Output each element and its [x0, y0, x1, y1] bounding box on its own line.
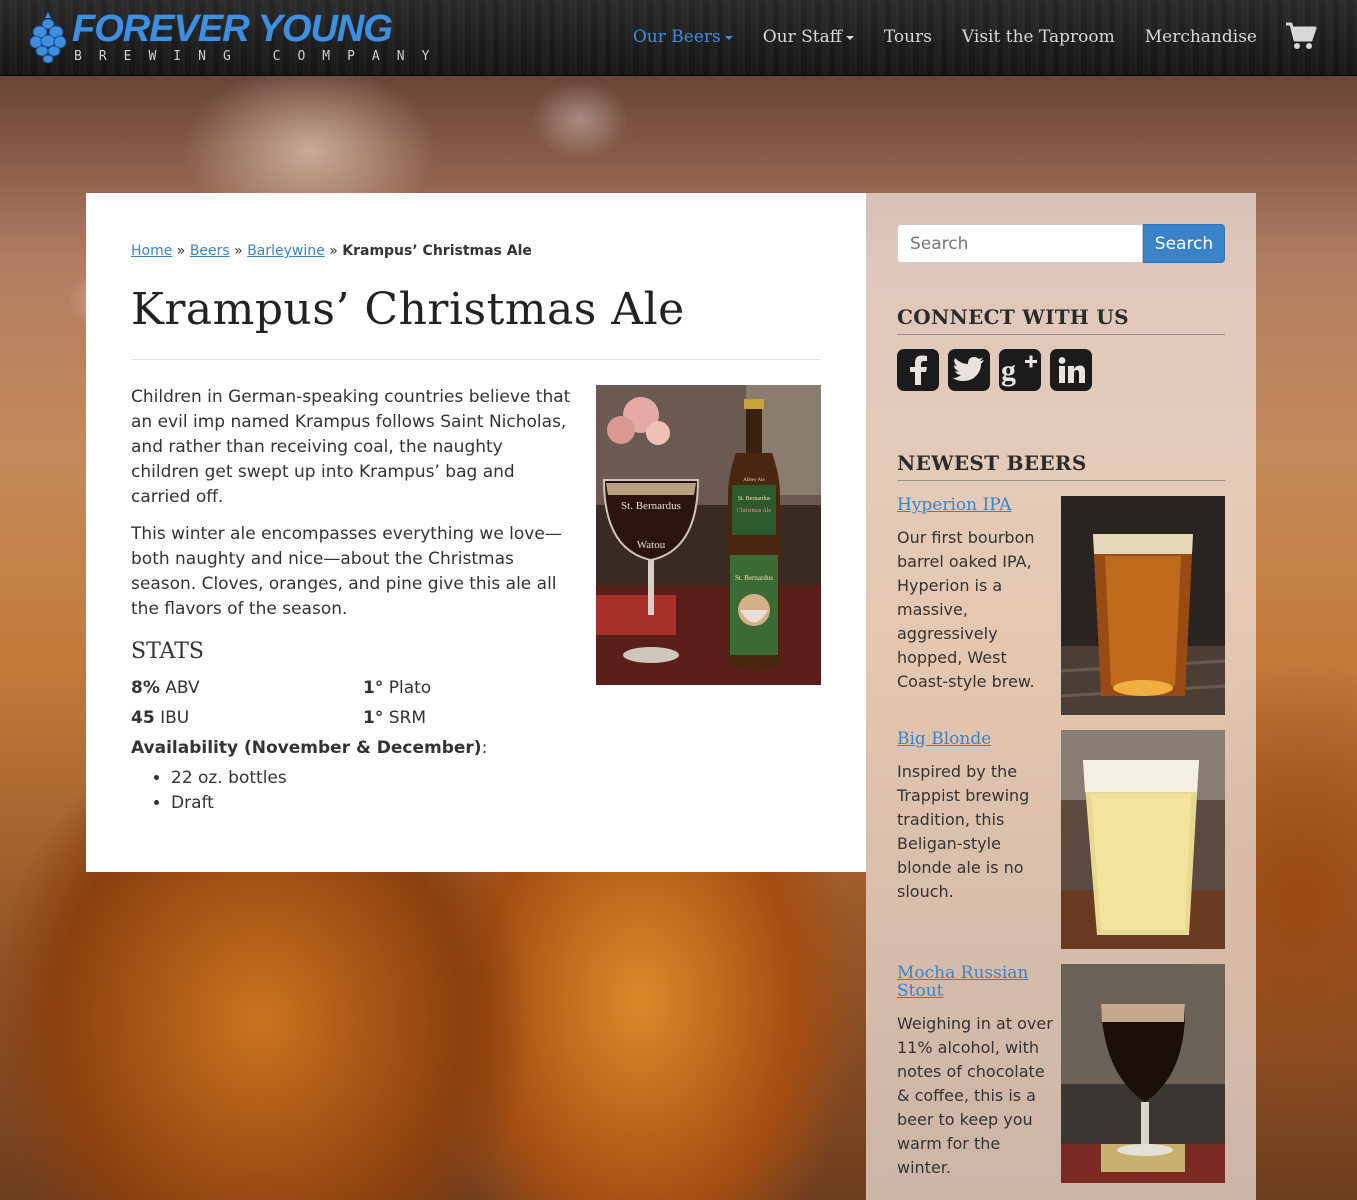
bottle-top-text: Abbey Ale	[743, 478, 765, 483]
beer-details: St. Bernardus Watou Abbey Ale St. Bernar…	[131, 385, 821, 816]
availability: Availability (November & December): 22 o…	[131, 736, 821, 816]
google-plus-icon[interactable]: g	[999, 349, 1041, 391]
newest-beer-item: Mocha Russian Stout Weighing in at over …	[897, 964, 1225, 1183]
bottle-label-text-2: St. Bernardus	[735, 574, 773, 582]
stat-value: 8%	[131, 678, 160, 698]
breadcrumb-barleywine[interactable]: Barleywine	[247, 243, 325, 259]
breadcrumb-separator: »	[329, 243, 338, 259]
brand-text: FOREVER YOUNG BREWING COMPANY	[72, 10, 446, 65]
page: { "brand": { "name": "FOREVER YOUNG", "s…	[0, 0, 1357, 1200]
newest-beer-item: Big Blonde Inspired by the Trappist brew…	[897, 730, 1225, 949]
search-input[interactable]	[897, 224, 1143, 263]
search-form: Search	[897, 224, 1225, 263]
stat-unit: SRM	[383, 708, 427, 728]
nav-our-staff[interactable]: Our Staff	[748, 24, 869, 50]
beer-link-mocha-russian-stout[interactable]: Mocha Russian Stout	[897, 964, 1057, 1000]
glass-brand-text: St. Bernardus	[621, 500, 681, 512]
navbar: FOREVER YOUNG BREWING COMPANY Our Beers …	[0, 0, 1357, 76]
glass-city-text: Watou	[637, 539, 666, 551]
breadcrumb: Home » Beers » Barleywine » Krampus’ Chr…	[131, 241, 821, 261]
stat-unit: ABV	[159, 678, 200, 698]
nav-visit-taproom[interactable]: Visit the Taproom	[947, 24, 1130, 50]
shopping-cart-icon[interactable]	[1285, 21, 1317, 51]
beer-description: Children in German-speaking countries be…	[131, 385, 571, 622]
caret-down-icon	[845, 35, 854, 40]
beer-item-text: Hyperion IPA Our first bourbon barrel oa…	[897, 496, 1057, 694]
caret-down-icon	[724, 35, 733, 40]
brand-name: FOREVER YOUNG	[72, 8, 393, 50]
newest-beer-item: Hyperion IPA Our first bourbon barrel oa…	[897, 496, 1225, 715]
breadcrumb-home[interactable]: Home	[131, 243, 172, 259]
beer-link-big-blonde[interactable]: Big Blonde	[897, 730, 1057, 748]
availability-item: Draft	[171, 791, 821, 816]
hop-icon	[29, 12, 67, 64]
breadcrumb-separator: »	[176, 243, 186, 259]
breadcrumb-current: Krampus’ Christmas Ale	[342, 243, 532, 259]
brand-logo[interactable]: FOREVER YOUNG BREWING COMPANY	[28, 10, 446, 66]
description-paragraph: This winter ale encompasses everything w…	[131, 524, 562, 619]
beer-thumbnail[interactable]	[1061, 730, 1225, 949]
newest-beers-heading: NEWEST BEERS	[897, 450, 1225, 481]
bottle-label-text: St. Bernardus	[738, 496, 771, 502]
stat-value: 1°	[363, 708, 384, 728]
stat-unit: Plato	[383, 678, 432, 698]
breadcrumb-separator: »	[234, 243, 243, 259]
beer-thumbnail[interactable]	[1061, 964, 1225, 1183]
beer-item-text: Big Blonde Inspired by the Trappist brew…	[897, 730, 1057, 904]
nav-label: Our Staff	[762, 27, 842, 47]
stat-value: 1°	[363, 678, 384, 698]
breadcrumb-beers[interactable]: Beers	[190, 243, 230, 259]
stat-plato: 1° Plato	[363, 676, 583, 701]
svg-text:g: g	[1001, 354, 1016, 387]
brand-subtitle: BREWING COMPANY	[74, 49, 447, 64]
availability-list: 22 oz. bottles Draft	[171, 766, 821, 816]
sidebar: Search CONNECT WITH US g NEWEST BEERS Hy…	[866, 193, 1256, 1200]
nav-our-beers[interactable]: Our Beers	[618, 24, 748, 50]
beer-link-hyperion-ipa[interactable]: Hyperion IPA	[897, 496, 1057, 514]
page-title: Krampus’ Christmas Ale	[131, 285, 821, 360]
beer-item-desc: Our first bourbon barrel oaked IPA, Hype…	[897, 528, 1035, 691]
availability-label: Availability (November & December)	[131, 738, 482, 758]
stat-unit: IBU	[154, 708, 190, 728]
stat-abv: 8% ABV	[131, 676, 363, 701]
beer-item-desc: Inspired by the Trappist brewing traditi…	[897, 762, 1030, 901]
beer-photo-graphic: St. Bernardus Watou Abbey Ale St. Bernar…	[596, 385, 821, 685]
beer-thumbnail[interactable]	[1061, 496, 1225, 715]
twitter-icon[interactable]	[948, 349, 990, 391]
stat-value: 45	[131, 708, 155, 728]
stat-srm: 1° SRM	[363, 706, 583, 731]
beer-photo: St. Bernardus Watou Abbey Ale St. Bernar…	[596, 385, 821, 685]
connect-heading: CONNECT WITH US	[897, 304, 1225, 335]
social-links: g	[897, 349, 1225, 391]
linkedin-icon[interactable]	[1050, 349, 1092, 391]
availability-item: 22 oz. bottles	[171, 766, 821, 791]
nav-merchandise[interactable]: Merchandise	[1130, 24, 1272, 50]
nav-label: Our Beers	[632, 27, 721, 47]
stat-ibu: 45 IBU	[131, 706, 363, 731]
facebook-icon[interactable]	[897, 349, 939, 391]
main-nav: Our Beers Our Staff Tours Visit the Tapr…	[618, 24, 1272, 50]
beer-item-desc: Weighing in at over 11% alcohol, with no…	[897, 1014, 1053, 1177]
nav-tours[interactable]: Tours	[869, 24, 947, 50]
description-paragraph: Children in German-speaking countries be…	[131, 387, 571, 507]
main-content: Home » Beers » Barleywine » Krampus’ Chr…	[86, 193, 866, 872]
beer-item-text: Mocha Russian Stout Weighing in at over …	[897, 964, 1057, 1180]
search-button[interactable]: Search	[1143, 224, 1225, 263]
bottle-sub-text: Christmas Ale	[737, 508, 772, 514]
